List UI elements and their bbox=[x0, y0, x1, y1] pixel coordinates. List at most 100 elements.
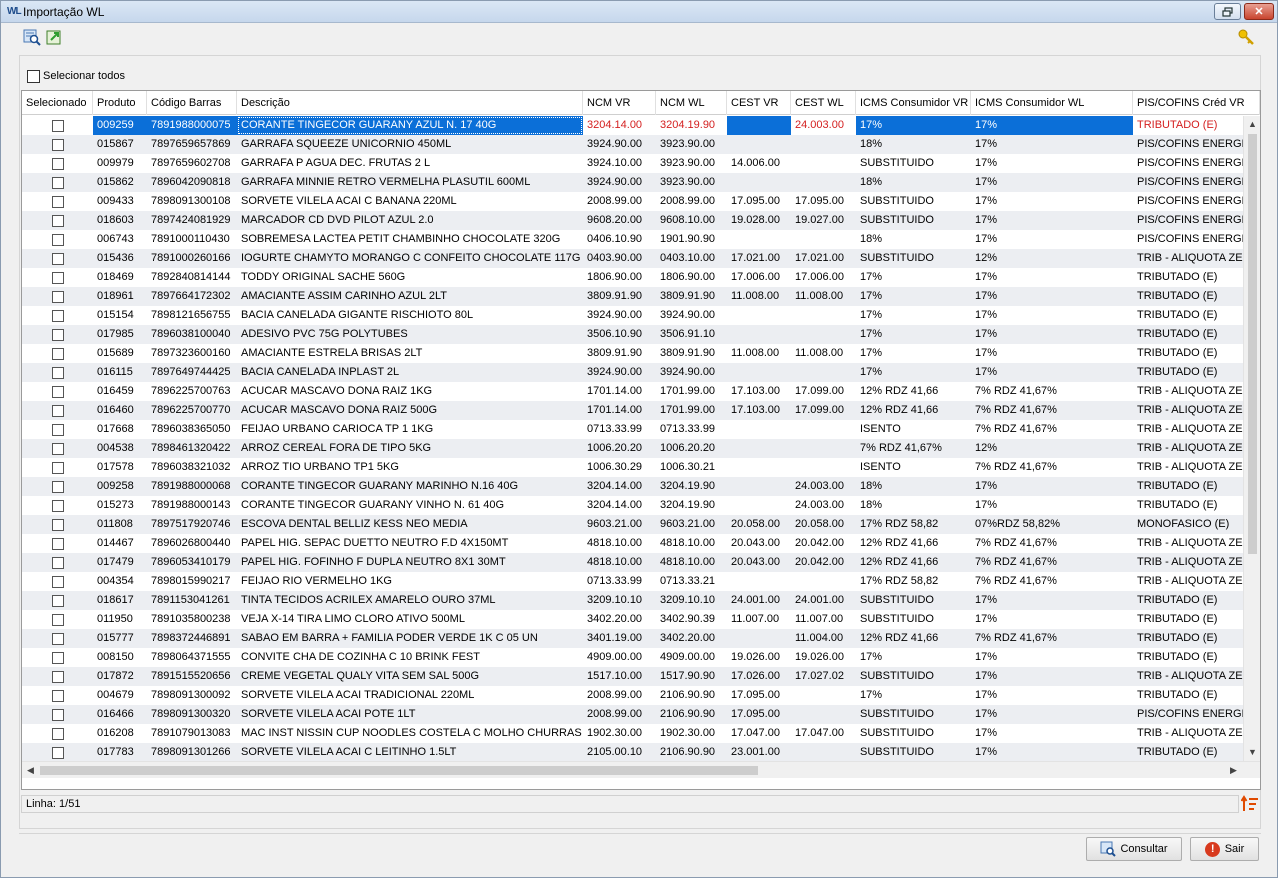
row-select-checkbox[interactable] bbox=[22, 515, 93, 534]
row-select-checkbox[interactable] bbox=[22, 496, 93, 515]
grid-body[interactable]: 009259 7891988000075 CORANTE TINGECOR GUAR… bbox=[22, 116, 1243, 761]
row-select-checkbox[interactable] bbox=[22, 249, 93, 268]
column-header[interactable]: Produto bbox=[93, 91, 147, 115]
table-row[interactable]: 009979 7897659602708 GARRAFA P AGUA DEC. F… bbox=[22, 154, 1243, 173]
table-row[interactable]: 009433 7898091300108 SORVETE VILELA ACAI C… bbox=[22, 192, 1243, 211]
table-row[interactable]: 015273 7891988000143 CORANTE TINGECOR GUAR… bbox=[22, 496, 1243, 515]
table-row[interactable]: 009259 7891988000075 CORANTE TINGECOR GUAR… bbox=[22, 116, 1243, 135]
column-header[interactable]: CEST VR bbox=[727, 91, 791, 115]
checkbox[interactable] bbox=[51, 480, 64, 493]
checkbox[interactable] bbox=[51, 727, 64, 740]
checkbox[interactable] bbox=[51, 442, 64, 455]
table-row[interactable]: 016208 7891079013083 MAC INST NISSIN CUP N… bbox=[22, 724, 1243, 743]
checkbox[interactable] bbox=[51, 746, 64, 759]
consultar-button[interactable]: Consultar bbox=[1086, 837, 1182, 861]
select-all-checkbox[interactable] bbox=[27, 69, 40, 83]
table-row[interactable]: 017872 7891515520656 CREME VEGETAL QUALY V… bbox=[22, 667, 1243, 686]
table-row[interactable]: 015689 7897323600160 AMACIANTE ESTRELA BRI… bbox=[22, 344, 1243, 363]
column-header[interactable]: ICMS Consumidor WL bbox=[971, 91, 1133, 115]
row-select-checkbox[interactable] bbox=[22, 135, 93, 154]
row-select-checkbox[interactable] bbox=[22, 439, 93, 458]
row-select-checkbox[interactable] bbox=[22, 420, 93, 439]
checkbox[interactable] bbox=[51, 138, 64, 151]
checkbox[interactable] bbox=[51, 651, 64, 664]
row-select-checkbox[interactable] bbox=[22, 705, 93, 724]
export-icon[interactable] bbox=[46, 28, 64, 46]
key-icon[interactable] bbox=[1237, 28, 1255, 46]
row-select-checkbox[interactable] bbox=[22, 743, 93, 761]
row-select-checkbox[interactable] bbox=[22, 230, 93, 249]
checkbox[interactable] bbox=[51, 670, 64, 683]
scroll-down-icon[interactable]: ▼ bbox=[1244, 744, 1260, 761]
sort-order-icon[interactable] bbox=[1240, 795, 1259, 813]
table-row[interactable]: 017783 7898091301266 SORVETE VILELA ACAI C… bbox=[22, 743, 1243, 761]
column-header[interactable]: Código Barras bbox=[147, 91, 237, 115]
row-select-checkbox[interactable] bbox=[22, 553, 93, 572]
checkbox[interactable] bbox=[51, 423, 64, 436]
row-select-checkbox[interactable] bbox=[22, 667, 93, 686]
scroll-left-icon[interactable]: ◀ bbox=[22, 762, 39, 779]
close-window-button[interactable]: ✕ bbox=[1244, 3, 1274, 20]
table-row[interactable]: 018961 7897664172302 AMACIANTE ASSIM CARIN… bbox=[22, 287, 1243, 306]
checkbox[interactable] bbox=[51, 195, 64, 208]
checkbox[interactable] bbox=[51, 271, 64, 284]
row-select-checkbox[interactable] bbox=[22, 724, 93, 743]
row-select-checkbox[interactable] bbox=[22, 477, 93, 496]
row-select-checkbox[interactable] bbox=[22, 211, 93, 230]
row-select-checkbox[interactable] bbox=[22, 648, 93, 667]
checkbox[interactable] bbox=[51, 499, 64, 512]
checkbox[interactable] bbox=[51, 575, 64, 588]
row-select-checkbox[interactable] bbox=[22, 572, 93, 591]
table-row[interactable]: 017578 7896038321032 ARROZ TIO URBANO TP1 … bbox=[22, 458, 1243, 477]
row-select-checkbox[interactable] bbox=[22, 382, 93, 401]
row-select-checkbox[interactable] bbox=[22, 268, 93, 287]
table-row[interactable]: 016115 7897649744425 BACIA CANELADA INPLAS… bbox=[22, 363, 1243, 382]
row-select-checkbox[interactable] bbox=[22, 401, 93, 420]
checkbox[interactable] bbox=[51, 328, 64, 341]
checkbox[interactable] bbox=[51, 309, 64, 322]
checkbox[interactable] bbox=[51, 233, 64, 246]
sair-button[interactable]: ! Sair bbox=[1190, 837, 1259, 861]
row-select-checkbox[interactable] bbox=[22, 534, 93, 553]
table-row[interactable]: 011950 7891035800238 VEJA X-14 TIRA LIMO C… bbox=[22, 610, 1243, 629]
table-row[interactable]: 017479 7896053410179 PAPEL HIG. FOFINHO F … bbox=[22, 553, 1243, 572]
checkbox[interactable] bbox=[51, 594, 64, 607]
select-all-control[interactable]: Selecionar todos bbox=[27, 68, 125, 84]
table-row[interactable]: 016459 7896225700763 ACUCAR MASCAVO DONA R… bbox=[22, 382, 1243, 401]
scroll-right-icon[interactable]: ▶ bbox=[1225, 762, 1242, 779]
table-row[interactable]: 016460 7896225700770 ACUCAR MASCAVO DONA R… bbox=[22, 401, 1243, 420]
checkbox[interactable] bbox=[51, 176, 64, 189]
row-select-checkbox[interactable] bbox=[22, 686, 93, 705]
table-row[interactable]: 011808 7897517920746 ESCOVA DENTAL BELLIZ … bbox=[22, 515, 1243, 534]
vertical-scrollbar[interactable]: ▲ ▼ bbox=[1243, 116, 1260, 761]
table-row[interactable]: 015777 7898372446891 SABAO EM BARRA + FAMI… bbox=[22, 629, 1243, 648]
checkbox[interactable] bbox=[51, 556, 64, 569]
checkbox[interactable] bbox=[51, 537, 64, 550]
row-select-checkbox[interactable] bbox=[22, 325, 93, 344]
checkbox[interactable] bbox=[51, 689, 64, 702]
restore-window-button[interactable] bbox=[1214, 3, 1241, 20]
table-row[interactable]: 004354 7898015990217 FEIJAO RIO VERMELHO 1… bbox=[22, 572, 1243, 591]
checkbox[interactable] bbox=[51, 613, 64, 626]
checkbox[interactable] bbox=[51, 252, 64, 265]
search-icon[interactable] bbox=[23, 28, 41, 46]
column-header[interactable]: PIS/COFINS Créd VR bbox=[1133, 91, 1260, 115]
table-row[interactable]: 008150 7898064371555 CONVITE CHA DE COZINH… bbox=[22, 648, 1243, 667]
table-row[interactable]: 004679 7898091300092 SORVETE VILELA ACAI T… bbox=[22, 686, 1243, 705]
table-row[interactable]: 015154 7898121656755 BACIA CANELADA GIGANT… bbox=[22, 306, 1243, 325]
column-header[interactable]: Descrição bbox=[237, 91, 583, 115]
row-select-checkbox[interactable] bbox=[22, 173, 93, 192]
row-select-checkbox[interactable] bbox=[22, 306, 93, 325]
table-row[interactable]: 017985 7896038100040 ADESIVO PVC 75G POLYT… bbox=[22, 325, 1243, 344]
column-header[interactable]: NCM VR bbox=[583, 91, 656, 115]
vertical-scroll-thumb[interactable] bbox=[1248, 134, 1257, 554]
row-select-checkbox[interactable] bbox=[22, 287, 93, 306]
scroll-up-icon[interactable]: ▲ bbox=[1244, 116, 1260, 133]
table-row[interactable]: 009258 7891988000068 CORANTE TINGECOR GUAR… bbox=[22, 477, 1243, 496]
row-select-checkbox[interactable] bbox=[22, 610, 93, 629]
column-header[interactable]: Selecionado bbox=[22, 91, 93, 115]
checkbox[interactable] bbox=[51, 366, 64, 379]
checkbox[interactable] bbox=[51, 404, 64, 417]
table-row[interactable]: 006743 7891000110430 SOBREMESA LACTEA PETI… bbox=[22, 230, 1243, 249]
checkbox[interactable] bbox=[51, 632, 64, 645]
